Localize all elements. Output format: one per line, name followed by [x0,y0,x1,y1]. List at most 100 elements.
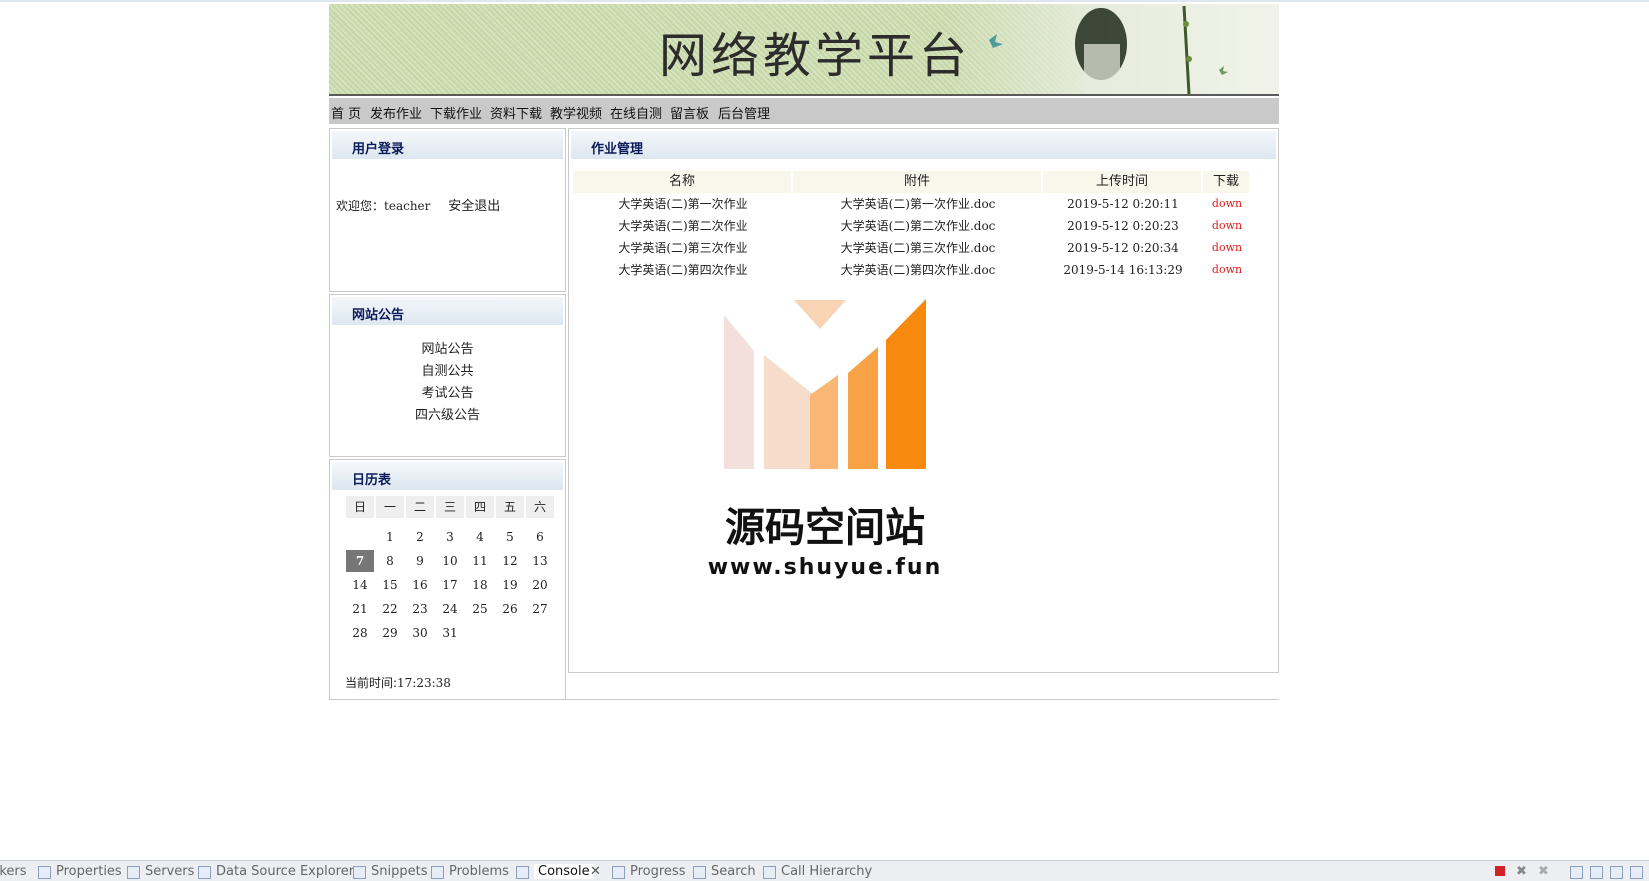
notice-item[interactable]: 考试公告 [330,383,565,405]
calendar-day[interactable]: 4 [466,526,494,548]
remove-all-icon[interactable]: ✖ [1538,864,1549,879]
column-header: 附件 [793,171,1041,193]
column-header: 上传时间 [1043,171,1201,193]
nav-message-board[interactable]: 留言板 [670,103,709,122]
logo-bar-3 [810,375,838,469]
calendar-day[interactable]: 11 [466,550,494,572]
calendar-weekday: 六 [526,496,554,518]
nav-download-homework[interactable]: 下载作业 [430,103,482,122]
tab-properties[interactable]: Properties [56,864,122,879]
calendar-day[interactable]: 22 [376,598,404,620]
figure-dress-shape [1084,44,1120,94]
calendar-day[interactable]: 18 [466,574,494,596]
remove-launch-icon[interactable]: ✖ [1516,864,1527,879]
nav-online-test[interactable]: 在线自测 [610,103,662,122]
current-time-label: 当前时间: [345,676,398,690]
homework-panel-title: 作业管理 [591,142,644,157]
calendar-day[interactable]: 13 [526,550,554,572]
calendar-day[interactable]: 10 [436,550,464,572]
calendar-day[interactable]: 28 [346,622,374,644]
terminate-icon[interactable] [1495,866,1505,876]
calendar-day[interactable]: 1 [376,526,404,548]
calendar-day[interactable]: 30 [406,622,434,644]
properties-icon [38,866,51,879]
logout-link[interactable]: 安全退出 [448,199,500,214]
download-link[interactable]: down [1203,215,1251,237]
calendar-day[interactable]: 23 [406,598,434,620]
homework-attachment: 大学英语(二)第一次作业.doc [840,197,996,211]
calendar-day[interactable]: 19 [496,574,524,596]
tab-problems[interactable]: Problems [449,864,509,879]
calendar-day[interactable]: 17 [436,574,464,596]
tab-call-hierarchy[interactable]: Call Hierarchy [781,864,872,879]
column-header: 名称 [573,171,791,193]
calendar-weekday: 一 [376,496,404,518]
footer-divider [329,699,1279,700]
tab-console[interactable]: Console [534,864,594,879]
calendar-day[interactable]: 9 [406,550,434,572]
upload-time: 2019-5-12 0:20:34 [1067,241,1179,255]
site-title: 网络教学平台 [659,28,972,84]
data-source-icon [198,866,211,879]
calendar-day[interactable]: 12 [496,550,524,572]
search-icon [693,866,706,879]
tab-markers[interactable]: rkers [0,864,27,879]
login-panel: 用户登录 欢迎您：teacher 安全退出 [329,128,566,292]
calendar-day[interactable]: 8 [376,550,404,572]
calendar-day[interactable]: 20 [526,574,554,596]
notice-item[interactable]: 自测公共 [330,361,565,383]
download-link[interactable]: down [1203,259,1251,281]
welcome-label: 欢迎您： [336,199,385,213]
notice-item[interactable]: 四六级公告 [330,405,565,427]
tab-progress[interactable]: Progress [630,864,685,879]
tab-servers[interactable]: Servers [145,864,194,879]
calendar-today[interactable]: 7 [346,550,374,572]
calendar-day[interactable]: 15 [376,574,404,596]
calendar-day[interactable]: 26 [496,598,524,620]
word-wrap-icon[interactable] [1610,866,1623,879]
close-icon[interactable]: ✕ [590,864,601,879]
calendar-day[interactable]: 2 [406,526,434,548]
logo-bar-4 [848,347,878,469]
homework-panel-header: 作业管理 [571,131,1276,159]
calendar-day[interactable]: 21 [346,598,374,620]
pin-console-icon[interactable] [1630,866,1643,879]
nav-teaching-video[interactable]: 教学视频 [550,103,602,122]
notice-item[interactable]: 网站公告 [330,339,565,361]
calendar-day[interactable]: 14 [346,574,374,596]
calendar-day[interactable]: 24 [436,598,464,620]
clear-console-icon[interactable] [1570,866,1583,879]
notice-panel: 网站公告 网站公告 自测公共 考试公告 四六级公告 [329,294,566,457]
download-link[interactable]: down [1203,193,1251,215]
nav-home[interactable]: 首 页 [331,103,361,122]
watermark-url: www.shuyue.fun [707,555,943,580]
tab-snippets[interactable]: Snippets [371,864,427,879]
homework-attachment: 大学英语(二)第四次作业.doc [840,263,996,277]
calendar-day[interactable]: 16 [406,574,434,596]
notice-list: 网站公告 自测公共 考试公告 四六级公告 [330,339,565,427]
calendar-day[interactable]: 25 [466,598,494,620]
main-nav: 首 页 发布作业 下载作业 资料下载 教学视频 在线自测 留言板 后台管理 [329,98,1279,124]
calendar-day[interactable]: 27 [526,598,554,620]
butterfly-icon [989,34,1003,48]
current-time: 当前时间:17:23:38 [345,674,451,691]
tab-data-source-explorer[interactable]: Data Source Explorer [216,864,354,879]
upload-time: 2019-5-12 0:20:23 [1067,219,1179,233]
tab-search[interactable]: Search [711,864,756,879]
nav-admin[interactable]: 后台管理 [718,103,770,122]
nav-publish-homework[interactable]: 发布作业 [370,103,422,122]
call-hierarchy-icon [763,866,776,879]
upload-time: 2019-5-12 0:20:11 [1067,197,1179,211]
calendar-day[interactable]: 6 [526,526,554,548]
scroll-lock-icon[interactable] [1590,866,1603,879]
vine-leaf [1186,56,1192,62]
download-link[interactable]: down [1203,237,1251,259]
logo-bar-5 [886,299,926,469]
snippets-icon [353,866,366,879]
calendar-day[interactable]: 29 [376,622,404,644]
butterfly-icon [1219,66,1228,75]
calendar-day[interactable]: 5 [496,526,524,548]
calendar-day[interactable]: 3 [436,526,464,548]
nav-material-download[interactable]: 资料下载 [490,103,542,122]
calendar-day[interactable]: 31 [436,622,464,644]
